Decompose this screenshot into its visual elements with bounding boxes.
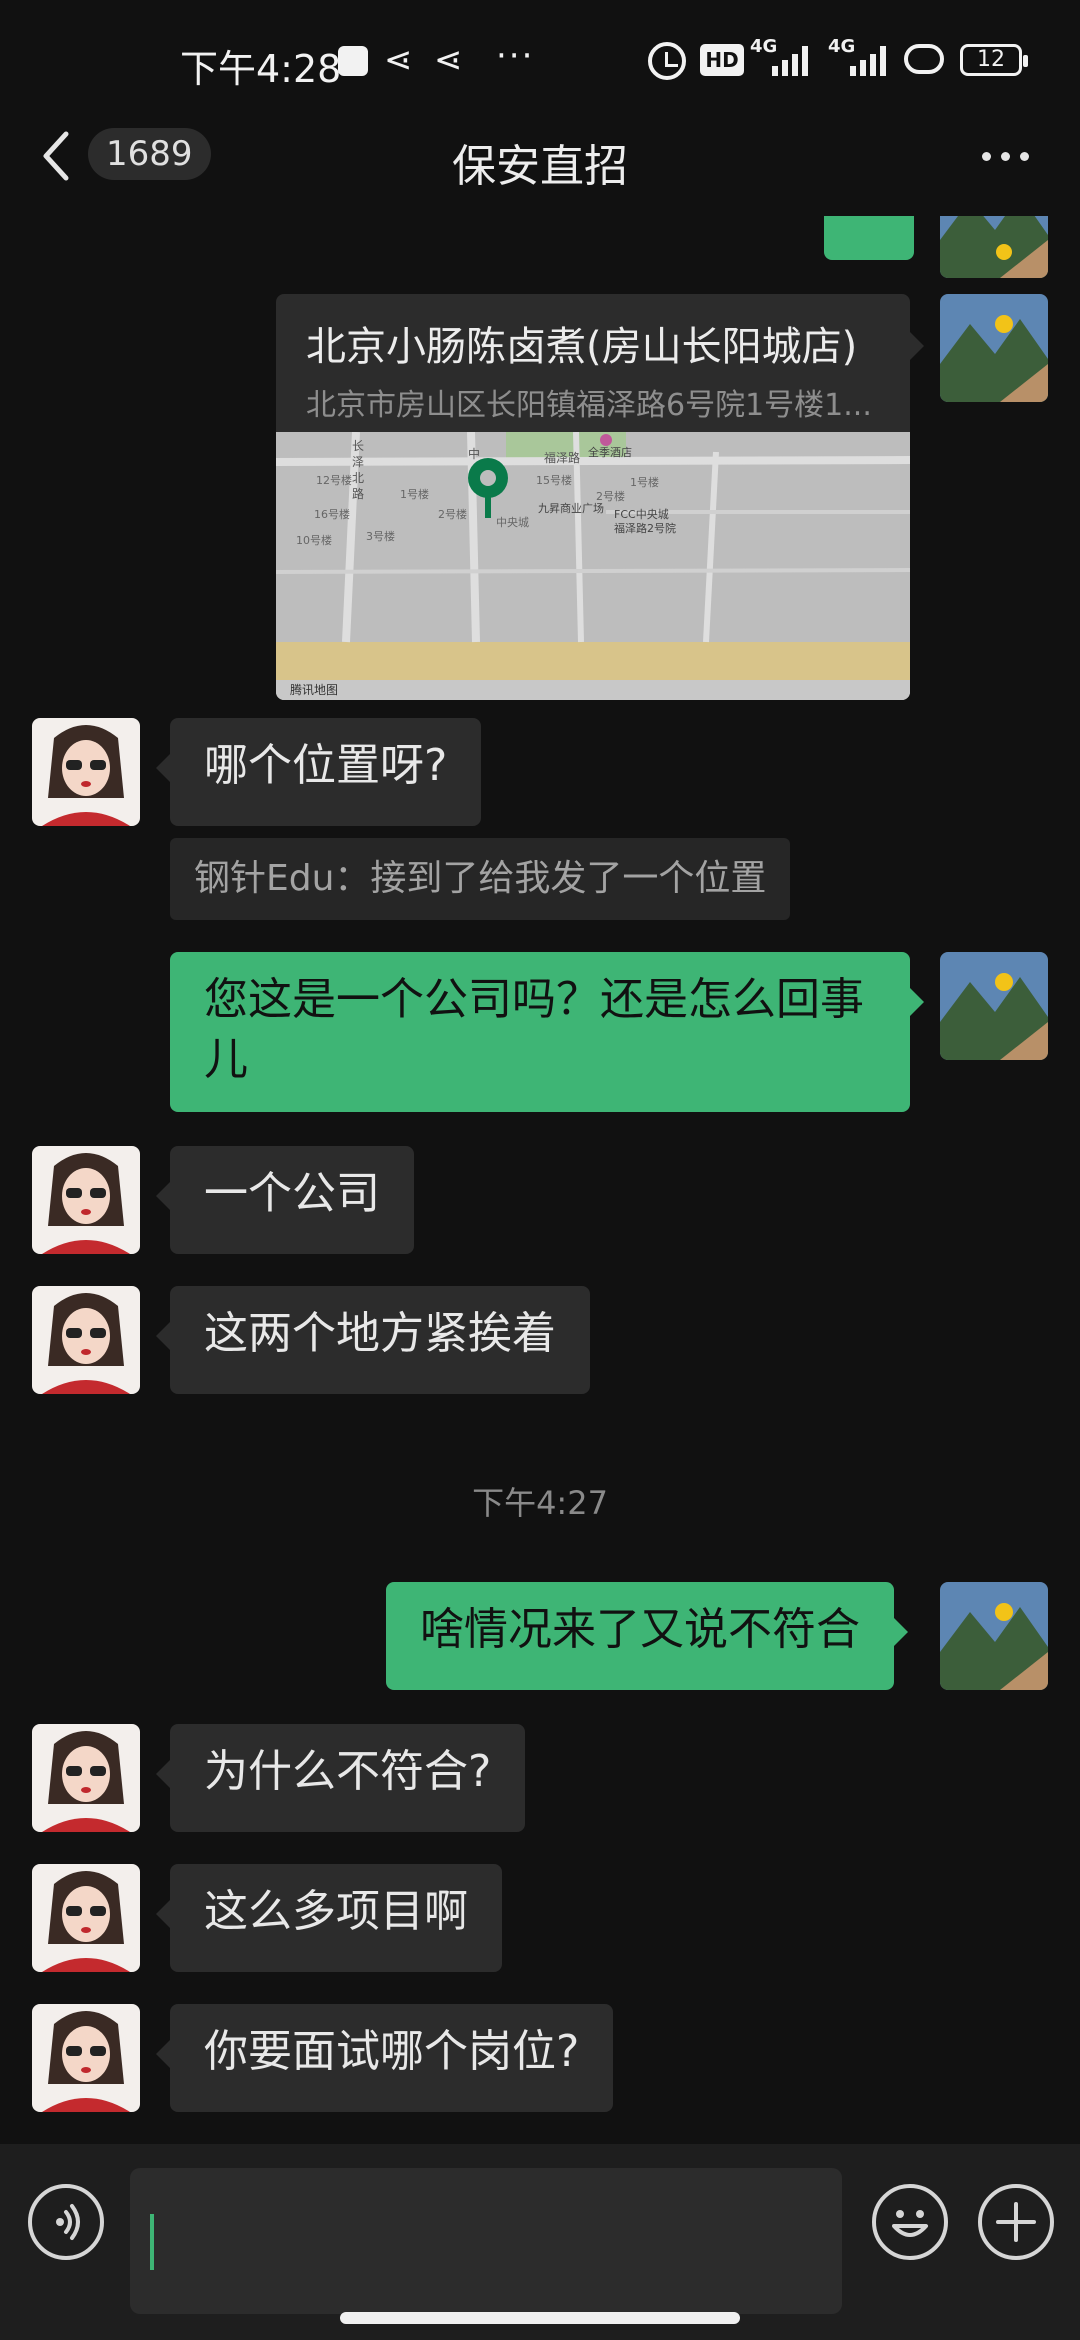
map-label: 北 bbox=[352, 471, 364, 485]
signal-icon bbox=[850, 44, 886, 76]
contact-avatar[interactable] bbox=[32, 718, 140, 826]
back-button[interactable] bbox=[36, 128, 96, 184]
quoted-message[interactable]: 钢针Edu：接到了给我发了一个位置 bbox=[170, 838, 791, 920]
emoji-button[interactable] bbox=[872, 2184, 948, 2260]
more-button[interactable] bbox=[970, 130, 1040, 182]
my-avatar[interactable] bbox=[940, 952, 1048, 1060]
my-avatar[interactable] bbox=[940, 294, 1048, 402]
input-bar bbox=[0, 2144, 1080, 2340]
chat-area[interactable]: 北京小肠陈卤煮(房山长阳城店) 北京市房山区长阳镇福泽路6号院1号楼1... 长… bbox=[0, 216, 1080, 2144]
contact-avatar[interactable] bbox=[32, 1286, 140, 1394]
map-label: 1号楼 bbox=[630, 475, 659, 489]
woman-avatar-icon bbox=[32, 718, 140, 826]
map-label: 泽 bbox=[352, 455, 364, 469]
voice-icon bbox=[56, 2204, 80, 2240]
plus-button[interactable] bbox=[978, 2184, 1054, 2260]
contact-avatar[interactable] bbox=[32, 2004, 140, 2112]
landscape-avatar-icon bbox=[940, 216, 1048, 278]
contact-avatar[interactable] bbox=[32, 1724, 140, 1832]
link-icon bbox=[904, 44, 944, 74]
map-label: 福泽路2号院 bbox=[614, 521, 676, 535]
location-name: 北京小肠陈卤煮(房山长阳城店) bbox=[306, 324, 858, 370]
map-preview: 长 泽 北 路 中 福泽路 全季酒店 12号楼 1号楼 15号楼 2号楼 1号楼… bbox=[276, 432, 910, 700]
location-address: 北京市房山区长阳镇福泽路6号院1号楼1... bbox=[306, 388, 872, 423]
map-label: FCC中央城 bbox=[614, 508, 669, 521]
woman-avatar-icon bbox=[32, 1146, 140, 1254]
message-timestamp: 下午4:27 bbox=[472, 1484, 608, 1522]
share-icon: ⋖ bbox=[434, 40, 463, 80]
unread-count-badge[interactable]: 1689 bbox=[88, 128, 211, 180]
previous-message-bubble[interactable] bbox=[824, 216, 914, 260]
message-bubble[interactable]: 哪个位置呀? bbox=[155, 718, 482, 826]
signal-icon bbox=[772, 44, 808, 76]
alarm-icon bbox=[648, 42, 686, 80]
contact-avatar[interactable] bbox=[32, 1146, 140, 1254]
my-avatar[interactable] bbox=[940, 1582, 1048, 1690]
more-horizontal-icon bbox=[981, 151, 991, 161]
map-label: 3号楼 bbox=[366, 529, 395, 543]
notification-icon bbox=[338, 46, 368, 76]
map-label: 16号楼 bbox=[314, 507, 350, 521]
home-indicator[interactable] bbox=[340, 2312, 740, 2324]
status-time: 下午4:28 bbox=[180, 47, 342, 91]
location-card[interactable]: 北京小肠陈卤煮(房山长阳城店) 北京市房山区长阳镇福泽路6号院1号楼1... 长… bbox=[276, 294, 910, 700]
map-label: 中 bbox=[468, 446, 480, 461]
woman-avatar-icon bbox=[32, 1724, 140, 1832]
map-label: 中央城 bbox=[496, 516, 529, 529]
text-cursor bbox=[150, 2214, 154, 2270]
map-label: 1号楼 bbox=[400, 487, 429, 501]
map-label: 九昇商业广场 bbox=[538, 501, 604, 515]
plus-icon bbox=[996, 2202, 1036, 2242]
map-label: 长 bbox=[352, 439, 364, 453]
map-label: 12号楼 bbox=[316, 473, 352, 487]
map-label: 2号楼 bbox=[438, 507, 467, 521]
landscape-avatar-icon bbox=[940, 1582, 1048, 1690]
map-label: 2号楼 bbox=[596, 489, 625, 503]
battery-icon: 12 bbox=[960, 44, 1028, 76]
map-label: 福泽路 bbox=[544, 450, 580, 465]
message-bubble[interactable]: 啥情况来了又说不符合 bbox=[386, 1582, 908, 1690]
message-bubble[interactable]: 这两个地方紧挨着 bbox=[156, 1286, 590, 1394]
landscape-avatar-icon bbox=[940, 952, 1048, 1060]
emoji-icon bbox=[892, 2210, 928, 2237]
status-bar: 下午4:28 ⋖ ⋖ ··· HD 4G 4G 12 bbox=[0, 0, 1080, 124]
map-brand-label: 腾讯地图 bbox=[290, 682, 338, 697]
voice-button[interactable] bbox=[28, 2184, 104, 2260]
map-label: 15号楼 bbox=[536, 473, 572, 487]
my-avatar[interactable] bbox=[940, 216, 1048, 278]
bubble-tail bbox=[910, 332, 924, 360]
contact-avatar[interactable] bbox=[32, 1864, 140, 1972]
message-bubble[interactable]: 一个公司 bbox=[156, 1146, 414, 1254]
chevron-left-icon bbox=[43, 131, 69, 181]
woman-avatar-icon bbox=[32, 1286, 140, 1394]
map-label: 全季酒店 bbox=[588, 445, 632, 459]
woman-avatar-icon bbox=[32, 1864, 140, 1972]
map-label: 10号楼 bbox=[296, 533, 332, 547]
message-input[interactable] bbox=[130, 2168, 842, 2314]
map-label: 路 bbox=[352, 486, 364, 501]
message-bubble[interactable]: 你要面试哪个岗位? bbox=[155, 2004, 614, 2112]
message-bubble[interactable]: 您这是一个公司吗？还是怎么回事儿 bbox=[170, 952, 924, 1112]
landscape-avatar-icon bbox=[940, 294, 1048, 402]
message-bubble[interactable]: 为什么不符合? bbox=[155, 1724, 526, 1832]
woman-avatar-icon bbox=[32, 2004, 140, 2112]
message-bubble[interactable]: 这么多项目啊 bbox=[156, 1864, 502, 1972]
share-icon: ⋖ bbox=[384, 40, 413, 80]
hd-icon: HD bbox=[700, 44, 744, 76]
more-notifications-icon: ··· bbox=[496, 36, 535, 76]
